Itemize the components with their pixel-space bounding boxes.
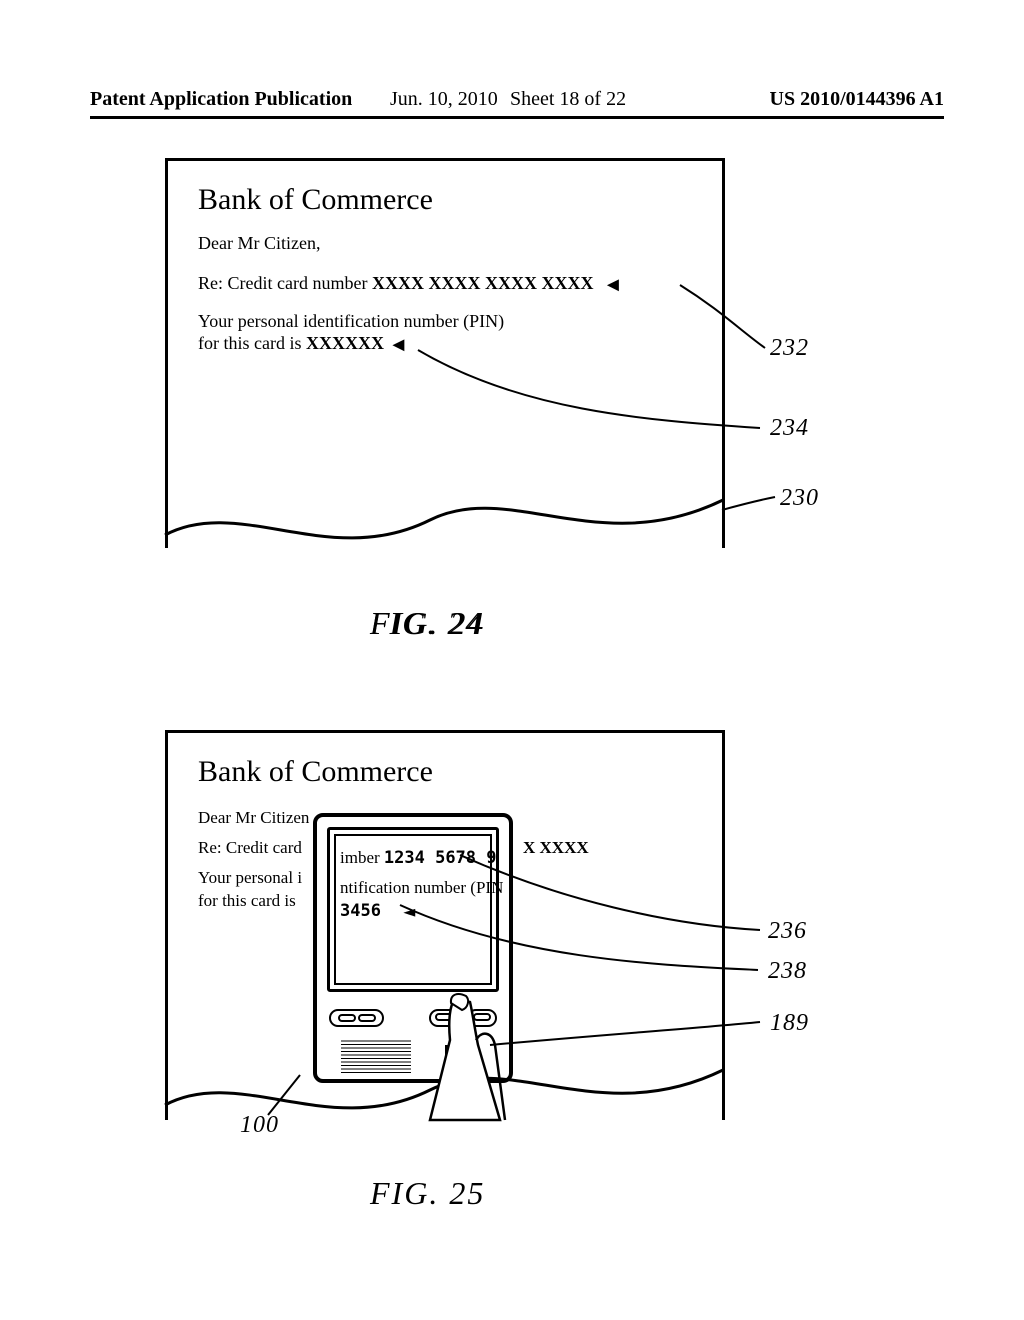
leader-189 xyxy=(490,1022,760,1045)
ref-100: 100 xyxy=(240,1112,279,1139)
fig25-caption: FIG. 25 xyxy=(370,1175,485,1212)
leader-238 xyxy=(400,905,758,970)
fig25-overlay-svg xyxy=(0,0,1024,1320)
ref-189: 189 xyxy=(770,1010,809,1037)
finger-icon xyxy=(430,994,505,1120)
ref-236: 236 xyxy=(768,918,807,945)
ref-238: 238 xyxy=(768,958,807,985)
patent-figure-page: Patent Application Publication Jun. 10, … xyxy=(0,0,1024,1320)
leader-100 xyxy=(268,1075,300,1115)
leader-236 xyxy=(460,855,760,930)
